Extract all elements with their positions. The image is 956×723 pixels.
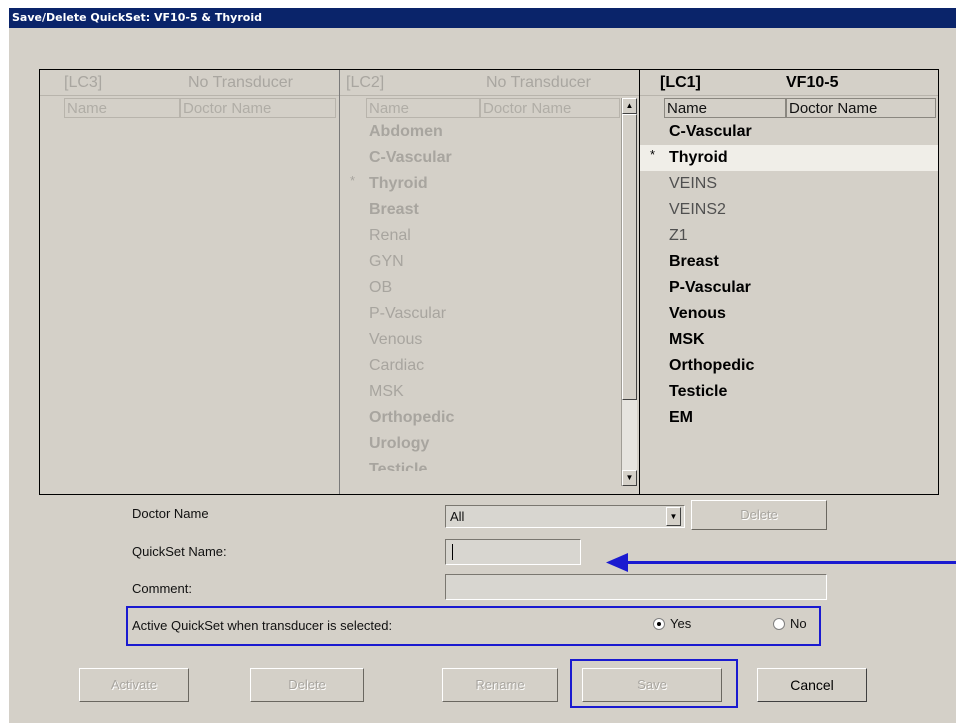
delete-doctor-button[interactable]: Delete bbox=[691, 500, 827, 530]
list-item[interactable]: Orthopedic bbox=[640, 353, 938, 379]
quickset-list-lc2: Abdomen C-Vascular * Thyroid Breast Renal… bbox=[340, 119, 639, 471]
list-item[interactable]: MSK bbox=[640, 327, 938, 353]
scrollbar-thumb[interactable] bbox=[622, 114, 637, 400]
list-item-selected[interactable]: * Thyroid bbox=[640, 145, 938, 171]
list-item[interactable]: Cardiac bbox=[340, 353, 639, 379]
list-item[interactable]: VEINS bbox=[640, 171, 938, 197]
column-lc3: [LC3] No Transducer Name Doctor Name bbox=[40, 70, 340, 494]
list-item[interactable]: GYN bbox=[340, 249, 639, 275]
name-column-header[interactable]: Name bbox=[664, 98, 786, 118]
delete-button[interactable]: Delete bbox=[250, 668, 364, 702]
list-item[interactable]: Testicle bbox=[340, 457, 639, 471]
save-button-highlight bbox=[570, 659, 738, 708]
column-slot-label: [LC2] bbox=[346, 74, 385, 91]
list-item[interactable]: C-Vascular bbox=[340, 145, 639, 171]
chevron-down-icon[interactable]: ▼ bbox=[666, 507, 681, 526]
vertical-scrollbar[interactable]: ▲ ▼ bbox=[621, 98, 637, 486]
scroll-down-arrow-icon[interactable]: ▼ bbox=[622, 470, 637, 486]
doctor-name-column-header[interactable]: Doctor Name bbox=[480, 98, 620, 118]
name-column-header[interactable]: Name bbox=[64, 98, 180, 118]
list-item[interactable]: Orthopedic bbox=[340, 405, 639, 431]
comment-input[interactable] bbox=[445, 574, 827, 600]
list-item[interactable]: P-Vascular bbox=[340, 301, 639, 327]
list-item[interactable]: Venous bbox=[340, 327, 639, 353]
scroll-up-arrow-icon[interactable]: ▲ bbox=[622, 98, 637, 114]
list-item[interactable]: Venous bbox=[640, 301, 938, 327]
cancel-button[interactable]: Cancel bbox=[757, 668, 867, 702]
quickset-list-lc1: C-Vascular * Thyroid VEINS VEINS2 Z1 Brea… bbox=[640, 119, 938, 431]
column-slot-label: [LC1] bbox=[660, 74, 701, 91]
list-item[interactable]: C-Vascular bbox=[640, 119, 938, 145]
comment-label: Comment: bbox=[132, 581, 192, 596]
list-item[interactable]: VEINS2 bbox=[640, 197, 938, 223]
column-transducer-label: VF10-5 bbox=[786, 74, 839, 91]
column-transducer-label: No Transducer bbox=[486, 74, 591, 91]
list-item[interactable]: OB bbox=[340, 275, 639, 301]
transducer-panel: [LC3] No Transducer Name Doctor Name [LC… bbox=[39, 69, 939, 495]
active-quickset-highlight bbox=[126, 606, 821, 646]
active-marker: * bbox=[650, 147, 656, 162]
quickset-name-input[interactable] bbox=[445, 539, 581, 565]
column-slot-label: [LC3] bbox=[64, 74, 103, 91]
active-marker: * bbox=[350, 173, 356, 188]
doctor-name-label: Doctor Name bbox=[132, 506, 209, 521]
rename-button[interactable]: Rename bbox=[442, 668, 558, 702]
list-item[interactable]: MSK bbox=[340, 379, 639, 405]
list-item[interactable]: Urology bbox=[340, 431, 639, 457]
list-item[interactable]: Breast bbox=[340, 197, 639, 223]
column-lc2: [LC2] No Transducer Name Doctor Name Abd… bbox=[340, 70, 640, 494]
column-transducer-label: No Transducer bbox=[188, 74, 293, 91]
name-column-header[interactable]: Name bbox=[366, 98, 480, 118]
activate-button[interactable]: Activate bbox=[79, 668, 189, 702]
list-item[interactable]: Testicle bbox=[640, 379, 938, 405]
text-cursor bbox=[452, 544, 453, 560]
list-item[interactable]: EM bbox=[640, 405, 938, 431]
list-item[interactable]: Abdomen bbox=[340, 119, 639, 145]
list-item[interactable]: Breast bbox=[640, 249, 938, 275]
list-item[interactable]: * Thyroid bbox=[340, 171, 639, 197]
window-title: Save/Delete QuickSet: VF10-5 & Thyroid bbox=[9, 8, 956, 28]
list-item[interactable]: Z1 bbox=[640, 223, 938, 249]
quickset-name-label: QuickSet Name: bbox=[132, 544, 227, 559]
list-item[interactable]: P-Vascular bbox=[640, 275, 938, 301]
list-item[interactable]: Renal bbox=[340, 223, 639, 249]
doctor-name-column-header[interactable]: Doctor Name bbox=[180, 98, 336, 118]
doctor-name-column-header[interactable]: Doctor Name bbox=[786, 98, 936, 118]
doctor-name-select[interactable]: All bbox=[445, 505, 685, 528]
column-lc1: [LC1] VF10-5 Name Doctor Name C-Vascular… bbox=[640, 70, 938, 494]
